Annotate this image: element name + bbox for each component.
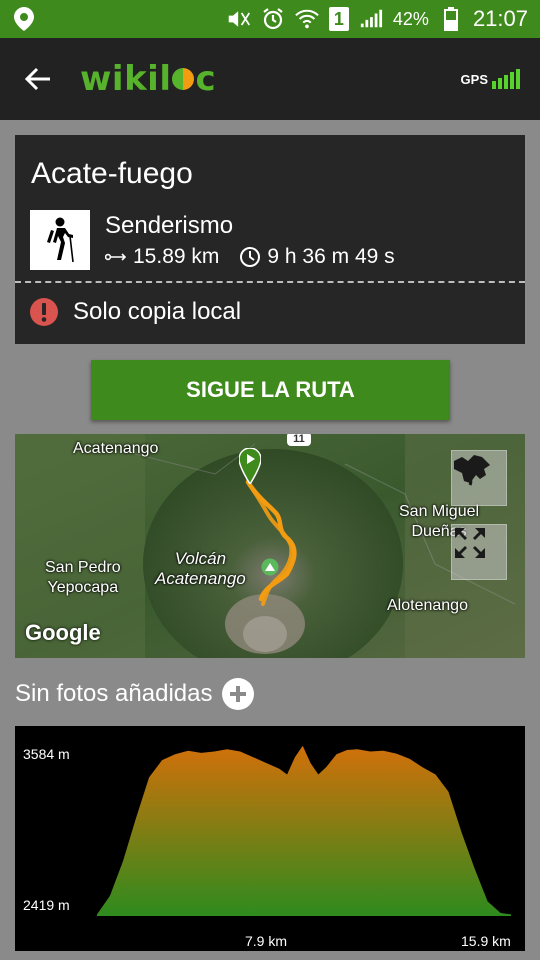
track-distance: 15.89 km bbox=[133, 245, 220, 268]
y-tick-min: 2419 m bbox=[23, 897, 70, 913]
hiking-icon bbox=[30, 210, 90, 270]
local-copy-text: Solo copia local bbox=[73, 298, 242, 325]
activity-type: Senderismo bbox=[105, 212, 234, 239]
back-button[interactable] bbox=[20, 61, 56, 97]
follow-route-button[interactable]: SIGUE LA RUTA bbox=[91, 360, 450, 420]
elevation-plot bbox=[97, 745, 511, 916]
gps-signal-icon bbox=[492, 69, 520, 89]
alert-icon bbox=[30, 298, 58, 326]
clock-icon bbox=[240, 247, 261, 267]
world-map-icon bbox=[454, 455, 490, 486]
map-layers-button[interactable] bbox=[451, 450, 507, 506]
map-label-alotenango: Alotenango bbox=[387, 597, 468, 614]
gps-label: GPS bbox=[460, 72, 488, 87]
google-logo: Google bbox=[25, 620, 101, 645]
sim-icon: 1 bbox=[328, 7, 349, 31]
wikiloc-logo: wikil c bbox=[80, 59, 217, 99]
status-bar: 1 42% 21:07 bbox=[0, 0, 540, 38]
y-tick-max: 3584 m bbox=[23, 746, 70, 762]
alarm-icon bbox=[261, 7, 285, 31]
back-arrow-icon bbox=[25, 67, 50, 91]
card-divider bbox=[15, 281, 525, 283]
x-tick-mid: 7.9 km bbox=[245, 933, 288, 949]
track-duration: 9 h 36 m 49 s bbox=[267, 245, 395, 268]
battery-percent: 42% bbox=[392, 8, 429, 29]
elevation-chart: 3584 m 2419 m 7.9 km 15.9 km bbox=[15, 726, 525, 951]
local-copy-notice: Solo copia local bbox=[29, 297, 241, 327]
track-card: Acate-fuego Senderismo 15.89 km 9 h 36 m… bbox=[15, 135, 525, 344]
map-label-acatenango: Acatenango bbox=[73, 440, 159, 457]
route-map[interactable]: 11 Acatenango San Miguel Dueñas Volcán Aca… bbox=[15, 434, 525, 658]
expand-icon bbox=[455, 528, 485, 558]
plus-icon bbox=[230, 686, 247, 702]
location-icon bbox=[12, 7, 36, 31]
wifi-icon bbox=[295, 7, 319, 31]
clock: 21:07 bbox=[472, 6, 528, 31]
no-photos-label: Sin fotos añadidas bbox=[15, 680, 213, 707]
mute-icon bbox=[227, 7, 251, 31]
battery-icon bbox=[439, 7, 463, 31]
road-badge: 11 bbox=[287, 434, 311, 446]
app-bar: wikil c GPS bbox=[0, 38, 540, 120]
elevation-area bbox=[97, 745, 511, 916]
gps-indicator: GPS bbox=[461, 69, 520, 89]
distance-icon bbox=[105, 253, 127, 261]
photos-row: Sin fotos añadidas bbox=[15, 678, 255, 710]
track-title: Acate-fuego bbox=[31, 157, 193, 190]
track-stats: 15.89 km 9 h 36 m 49 s bbox=[105, 245, 395, 269]
map-fullscreen-button[interactable] bbox=[451, 524, 507, 580]
x-tick-max: 15.9 km bbox=[461, 933, 511, 949]
map-label-volcan: Volcán Acatenango bbox=[155, 549, 246, 588]
signal-icon bbox=[359, 7, 383, 31]
add-photo-button[interactable] bbox=[222, 678, 255, 710]
map-label-san-pedro: San Pedro Yepocapa bbox=[45, 559, 121, 596]
